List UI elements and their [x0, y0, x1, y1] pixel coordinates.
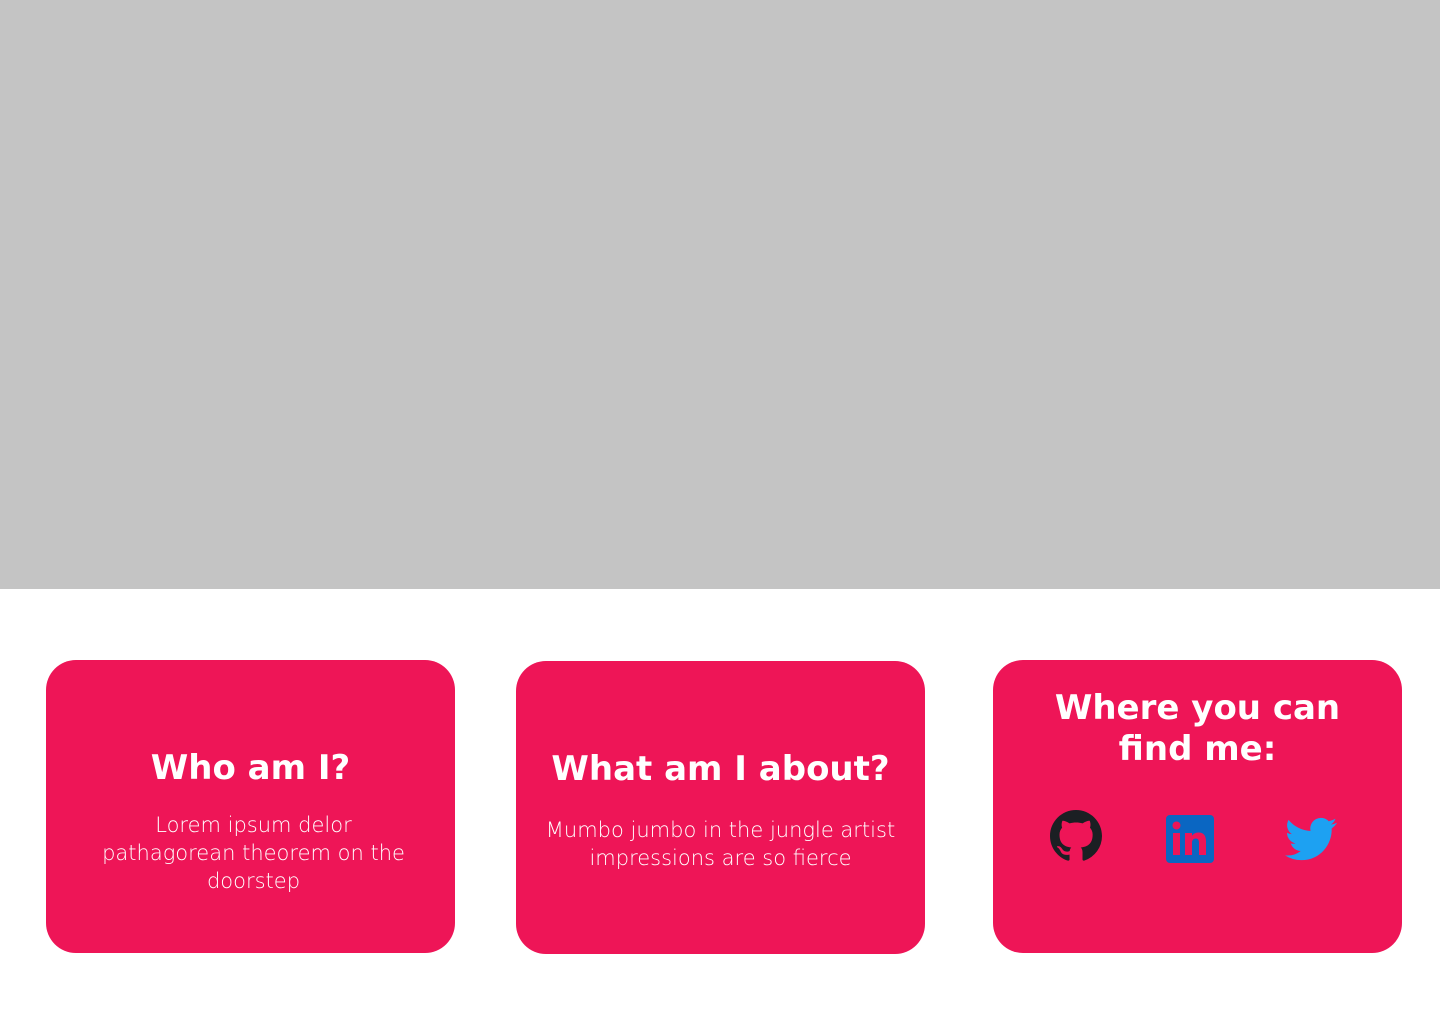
card-title: What am I about?: [551, 749, 890, 789]
github-link[interactable]: [1050, 810, 1102, 862]
hero-image-placeholder: [0, 0, 1440, 589]
twitter-icon: [1285, 817, 1337, 861]
card-title: Where you can find me:: [1054, 688, 1341, 769]
twitter-link[interactable]: [1285, 813, 1337, 865]
github-icon: [1050, 810, 1102, 861]
card-who-am-i: Who am I? Lorem ipsum delor pathagorean …: [46, 660, 455, 953]
card-title: Who am I?: [150, 748, 351, 788]
card-what-am-i-about: What am I about? Mumbo jumbo in the jung…: [516, 661, 925, 954]
linkedin-link[interactable]: [1164, 813, 1216, 865]
card-where-to-find-me: Where you can find me:: [993, 660, 1402, 953]
linkedin-icon: [1166, 815, 1214, 863]
card-text: Mumbo jumbo in the jungle artist impress…: [545, 818, 896, 870]
card-text: Lorem ipsum delor pathagorean theorem on…: [102, 813, 405, 893]
